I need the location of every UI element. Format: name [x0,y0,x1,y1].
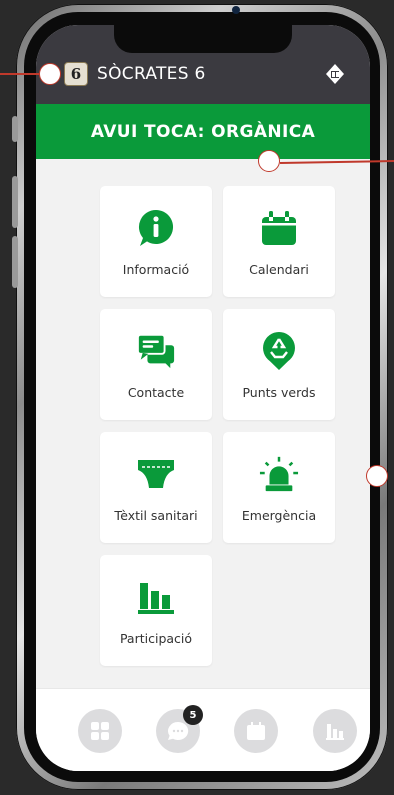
collection-banner: AVUI TOCA: ORGÀNICA [36,104,370,159]
annotation-marker-banner [258,150,280,172]
app-title: SÒCRATES 6 [97,64,206,84]
tile-label: Calendari [249,262,309,277]
grid-icon [91,722,109,740]
calendar-icon [259,208,299,248]
notch [114,25,292,53]
annotation-marker-logo [39,63,61,85]
tile-label: Informació [122,262,190,277]
app-screen: 6 SÒCRATES 6 AVUI TOCA: ORGÀNICA Informa… [36,25,370,771]
tile-informacio[interactable]: Informació [100,186,212,297]
menu-grid: Informació Calendari Contacte Punts verd… [100,186,336,666]
annotation-line [0,73,40,75]
mute-switch [12,116,18,142]
tile-textil-sanitari[interactable]: Tèxtil sanitari [100,432,212,543]
front-camera [232,6,240,14]
tile-label: Contacte [127,385,185,400]
nav-participation-button[interactable] [313,709,357,753]
recycle-pin-icon [259,331,299,371]
annotation-marker-side [366,465,388,487]
chat-icon [136,331,176,371]
siren-icon [259,454,299,494]
diaper-icon [136,454,176,494]
nav-home-button[interactable] [78,709,122,753]
tile-label: Emergència [241,508,317,523]
volume-up-button [12,176,18,228]
tile-punts-verds[interactable]: Punts verds [223,309,335,420]
bar-chart-icon [136,577,176,617]
calendar-icon [247,722,265,740]
volume-down-button [12,236,18,288]
nav-calendar-button[interactable] [234,709,278,753]
tile-label: Participació [119,631,193,646]
bar-chart-icon [326,724,344,740]
tile-emergencia[interactable]: Emergència [223,432,335,543]
messages-badge: 5 [183,705,203,725]
app-logo-icon[interactable]: 6 [64,62,88,86]
tile-calendari[interactable]: Calendari [223,186,335,297]
tile-participacio[interactable]: Participació [100,555,212,666]
banner-text: AVUI TOCA: ORGÀNICA [90,121,316,142]
info-icon [136,208,176,248]
chat-icon [168,721,189,740]
tile-contacte[interactable]: Contacte [100,309,212,420]
tile-label: Tèxtil sanitari [114,508,198,523]
city-crest-icon[interactable] [324,63,346,85]
tile-label: Punts verds [242,385,316,400]
bottom-nav [36,688,370,771]
